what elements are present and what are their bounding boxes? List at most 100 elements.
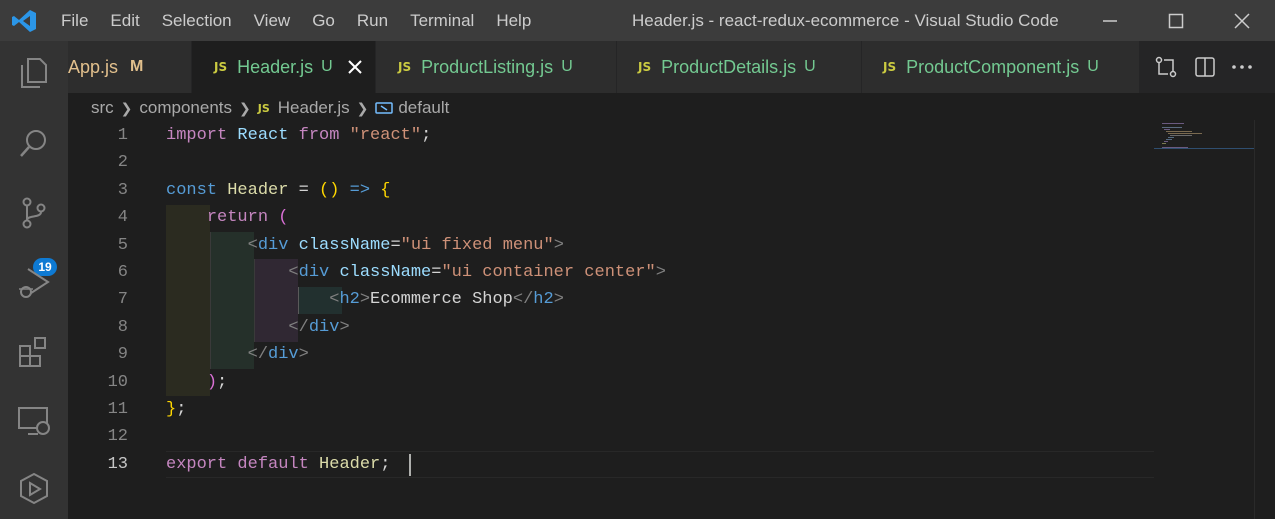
line-number: 4 [117, 208, 128, 228]
more-actions-icon[interactable] [1230, 55, 1254, 79]
code-token: h2 [339, 290, 360, 310]
code-token: () [319, 180, 340, 200]
code-line[interactable]: const Header = () => { [166, 181, 390, 200]
breadcrumb-src[interactable]: src [91, 98, 114, 118]
line-number: 9 [117, 345, 128, 365]
code-token: ) [206, 372, 218, 392]
code-line[interactable]: </div> [166, 345, 309, 364]
line-number: 6 [117, 263, 128, 282]
menu-file[interactable]: File [61, 11, 88, 31]
code-token: ; [217, 372, 228, 392]
code-token: < [329, 290, 340, 310]
extensions-icon[interactable] [16, 334, 52, 370]
code-token: = [288, 180, 320, 200]
close-tab-icon[interactable] [347, 59, 363, 75]
close-window-icon[interactable] [1228, 7, 1256, 35]
tab-label: Header.js [237, 56, 314, 77]
maximize-icon[interactable] [1162, 7, 1190, 35]
menu-go[interactable]: Go [312, 11, 335, 31]
breadcrumb-symbol[interactable]: default [398, 98, 449, 118]
minimap[interactable] [1158, 120, 1254, 180]
code-token: className [339, 263, 432, 282]
breadcrumb-file[interactable]: Header.js [278, 98, 350, 118]
line-number: 10 [107, 372, 128, 392]
code-line[interactable]: ); [166, 373, 227, 392]
menu-help[interactable]: Help [496, 11, 531, 31]
code-token: </ [247, 345, 269, 365]
line-number: 12 [107, 427, 128, 447]
code-token: > [359, 290, 371, 310]
code-token: Ecommerce Shop [370, 290, 513, 310]
line-number: 1 [117, 126, 128, 145]
breadcrumb-components[interactable]: components [139, 98, 232, 118]
code-token: > [339, 317, 350, 337]
run-debug-icon[interactable] [16, 265, 52, 301]
code-token: { [380, 180, 391, 200]
code-line[interactable]: export default Header; [166, 455, 390, 474]
menu-run[interactable]: Run [357, 11, 388, 31]
js-file-icon: JS [214, 60, 228, 74]
tab-product-details-js[interactable]: JS ProductDetails.js U [617, 41, 862, 93]
code-token: return [206, 208, 269, 228]
code-line[interactable]: </div> [166, 317, 350, 337]
code-line[interactable]: }; [166, 400, 186, 419]
tab-product-component-js[interactable]: JS ProductComponent.js U [862, 41, 1140, 93]
tab-header-js[interactable]: JS Header.js U [192, 41, 376, 93]
tab-app-js[interactable]: App.js M [68, 41, 192, 93]
menu-bar: File Edit Selection View Go Run Terminal… [61, 0, 553, 41]
vertical-scrollbar[interactable] [1254, 120, 1275, 519]
line-number: 11 [107, 400, 128, 419]
window-title: Header.js - react-redux-ecommerce - Visu… [632, 11, 1059, 30]
code-token: "ui container center" [441, 263, 656, 282]
title-bar: File Edit Selection View Go Run Terminal… [0, 0, 1275, 41]
code-token: "react" [349, 126, 422, 145]
minimize-icon[interactable] [1096, 7, 1124, 35]
code-token: div [308, 317, 340, 337]
explorer-icon[interactable] [16, 55, 52, 91]
menu-terminal[interactable]: Terminal [410, 11, 474, 31]
code-line[interactable]: import React from "react"; [166, 126, 431, 145]
code-token: > [553, 290, 564, 310]
line-number: 8 [117, 317, 128, 337]
menu-selection[interactable]: Selection [162, 11, 232, 31]
js-file-icon: JS [257, 101, 270, 115]
tab-label: ProductDetails.js [661, 56, 797, 77]
text-cursor [409, 454, 411, 476]
code-token: div [257, 235, 289, 255]
remote-explorer-icon[interactable] [16, 403, 52, 439]
code-token: className [298, 235, 391, 255]
code-token: > [655, 263, 666, 282]
code-token: < [247, 235, 258, 255]
untracked-flag: U [804, 58, 816, 75]
code-line[interactable]: <div className="ui container center"> [166, 263, 666, 282]
code-token: default [237, 454, 309, 474]
code-line[interactable]: return ( [166, 208, 289, 228]
menu-edit[interactable]: Edit [110, 11, 139, 31]
open-changes-icon[interactable] [1154, 55, 1178, 79]
chevron-right-icon: ❯ [356, 99, 369, 116]
untracked-flag: U [321, 58, 333, 75]
code-line[interactable]: <h2>Ecommerce Shop</h2> [166, 290, 564, 309]
code-token: import [166, 126, 228, 145]
code-line[interactable]: <div className="ui fixed menu"> [166, 236, 564, 255]
tab-label: ProductComponent.js [906, 56, 1080, 77]
code-token: } [166, 400, 177, 419]
live-share-icon[interactable] [16, 471, 52, 507]
code-token: < [288, 263, 299, 282]
menu-view[interactable]: View [254, 11, 291, 31]
js-file-icon: JS [398, 60, 412, 74]
tab-label: ProductListing.js [421, 56, 554, 77]
split-editor-icon[interactable] [1193, 55, 1217, 79]
search-icon[interactable] [16, 125, 52, 161]
code-token: </ [288, 317, 309, 337]
source-control-icon[interactable] [16, 195, 52, 231]
line-number: 7 [117, 290, 128, 310]
tab-product-listing-js[interactable]: JS ProductListing.js U [376, 41, 617, 93]
